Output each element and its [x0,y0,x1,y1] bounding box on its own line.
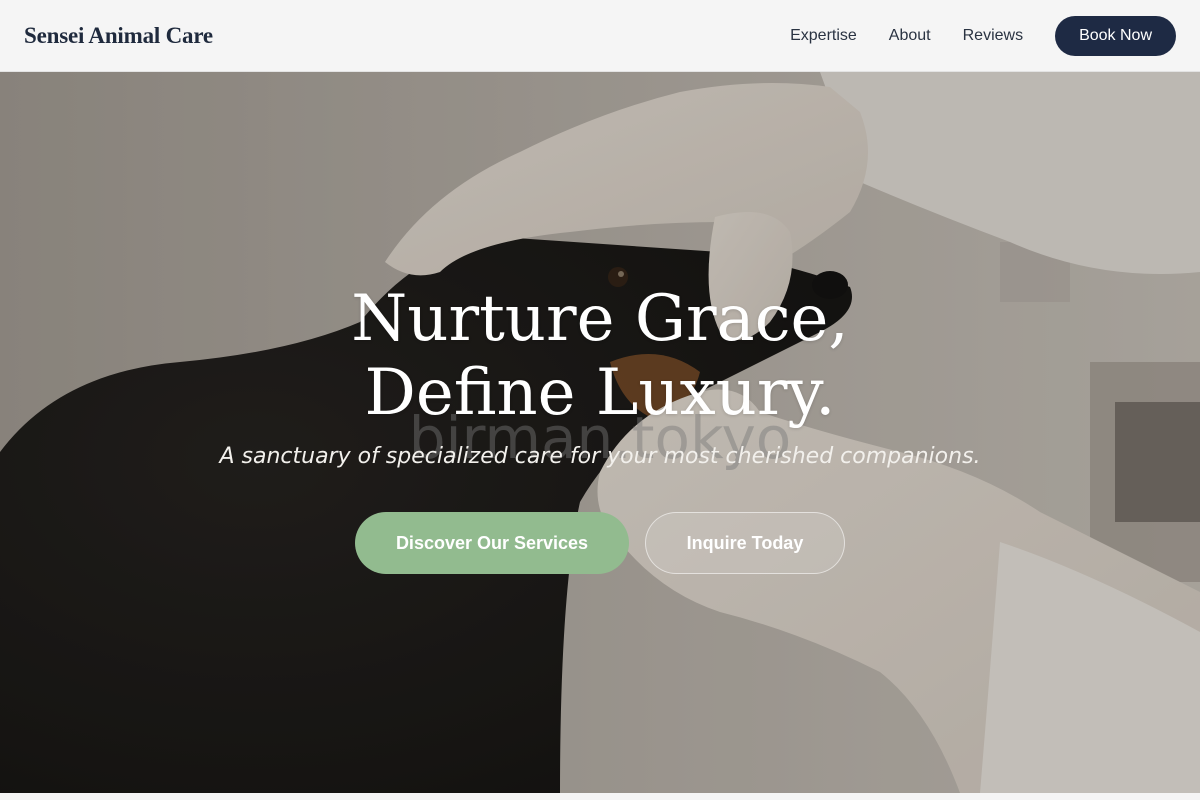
book-now-button[interactable]: Book Now [1055,15,1176,56]
main-nav: Expertise About Reviews Book Now [790,15,1176,56]
nav-link-about[interactable]: About [889,27,931,45]
hero-content: Nurture Grace, Define Luxury. A sanctuar… [0,282,1200,574]
hero-title-line-2: Define Luxury. [364,356,836,430]
hero-title-line-1: Nurture Grace, [351,282,849,356]
inquire-today-button[interactable]: Inquire Today [645,512,845,574]
site-header: Sensei Animal Care Expertise About Revie… [0,0,1200,72]
hero-section: birman.tokyo Nurture Grace, Define Luxur… [0,72,1200,793]
hero-title: Nurture Grace, Define Luxury. [0,282,1200,430]
brand-logo[interactable]: Sensei Animal Care [24,23,213,49]
hero-cta-group: Discover Our Services Inquire Today [0,512,1200,574]
nav-link-reviews[interactable]: Reviews [963,27,1023,45]
discover-services-button[interactable]: Discover Our Services [355,512,629,574]
nav-link-expertise[interactable]: Expertise [790,27,857,45]
hero-subtitle: A sanctuary of specialized care for your… [219,444,981,469]
